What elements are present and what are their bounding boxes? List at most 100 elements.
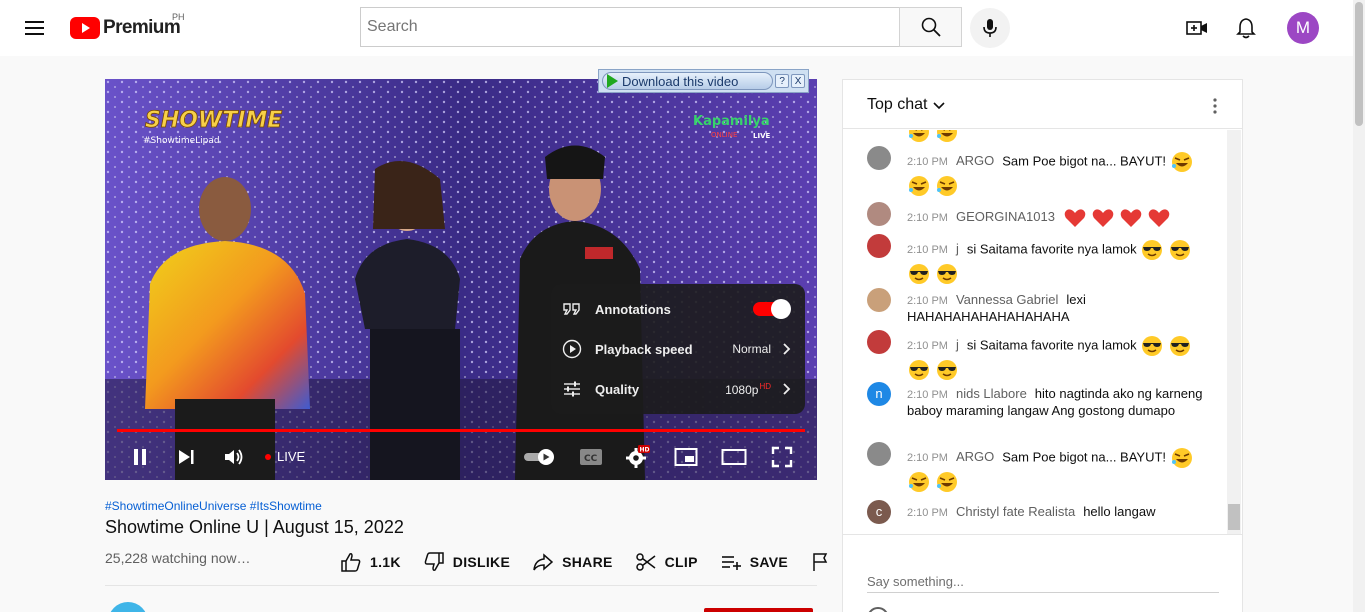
captions-button[interactable]: CC: [578, 444, 604, 470]
author-avatar[interactable]: n: [867, 382, 891, 406]
message-author[interactable]: ARGO: [956, 153, 994, 168]
message-author[interactable]: nids Llabore: [956, 386, 1027, 401]
notifications-button[interactable]: [1232, 14, 1260, 42]
clip-label: CLIP: [664, 554, 698, 570]
subscribe-button[interactable]: [704, 608, 813, 612]
author-avatar[interactable]: [867, 202, 891, 226]
quality-label: Quality: [595, 381, 640, 397]
annotations-toggle[interactable]: [753, 299, 791, 319]
chat-scroll-thumb[interactable]: [1228, 504, 1240, 530]
chat-more-options-button[interactable]: [1203, 94, 1227, 118]
settings-quality-row[interactable]: Quality 1080pHD: [551, 369, 805, 409]
search-button[interactable]: [899, 7, 962, 47]
emoji-picker-icon[interactable]: [867, 607, 889, 612]
miniplayer-button[interactable]: [673, 444, 699, 470]
sunglasses-emoji-icon: [1142, 240, 1163, 260]
chat-mode-dropdown[interactable]: Top chat: [867, 96, 947, 114]
author-avatar-letter: n: [875, 386, 883, 401]
author-avatar[interactable]: c: [867, 500, 891, 524]
menu-icon[interactable]: [24, 17, 46, 39]
video-frame: SHOWTIME #ShowtimeLipad Kapamilya ONLINE…: [105, 79, 817, 480]
theater-mode-button[interactable]: [721, 444, 747, 470]
hashtag-link[interactable]: #ShowtimeOnlineUniverse: [105, 499, 246, 513]
volume-button[interactable]: [221, 444, 247, 470]
youtube-premium-logo[interactable]: Premium: [70, 15, 181, 41]
page-scrollbar[interactable]: [1353, 0, 1365, 612]
message-author[interactable]: ARGO: [956, 449, 994, 464]
pause-button[interactable]: [127, 444, 153, 470]
dislike-button[interactable]: DISLIKE: [423, 552, 510, 572]
rofl-emoji-icon: [937, 472, 957, 492]
voice-search-button[interactable]: [970, 8, 1010, 48]
playback-speed-icon: [561, 338, 583, 360]
author-avatar[interactable]: [867, 288, 891, 312]
hashtag-link[interactable]: #ItsShowtime: [250, 499, 322, 513]
autoplay-toggle-icon: [524, 449, 554, 465]
share-button[interactable]: SHARE: [532, 552, 613, 572]
sunglasses-emoji-icon: [1170, 240, 1191, 260]
video-actions: 1.1K DISLIKE SHARE CLIP SAVE: [340, 550, 838, 574]
like-button[interactable]: 1.1K: [340, 552, 401, 572]
message-text: hello langaw: [1083, 504, 1156, 519]
page-scroll-thumb[interactable]: [1355, 2, 1363, 126]
download-play-icon: [607, 74, 618, 88]
content-divider: [105, 585, 817, 586]
report-button[interactable]: [810, 552, 838, 572]
volume-icon: [225, 449, 243, 465]
video-player[interactable]: SHOWTIME #ShowtimeLipad Kapamilya ONLINE…: [105, 79, 817, 480]
youtube-logo-icon: [70, 17, 100, 39]
message-author[interactable]: Christyl fate Realista: [956, 504, 1075, 519]
progress-bar[interactable]: [117, 429, 805, 432]
channel-avatar[interactable]: [108, 602, 148, 612]
account-avatar[interactable]: M: [1287, 12, 1319, 44]
fullscreen-button[interactable]: [769, 444, 795, 470]
author-avatar[interactable]: [867, 146, 891, 170]
message-timestamp: 2:10 PM: [907, 244, 948, 257]
message-author[interactable]: Vannessa Gabriel: [956, 292, 1058, 307]
author-avatar[interactable]: [867, 234, 891, 258]
search-input[interactable]: [360, 7, 899, 47]
message-emojis: [1140, 240, 1196, 260]
next-button[interactable]: [173, 444, 199, 470]
download-close-button[interactable]: X: [791, 74, 805, 88]
search-icon: [921, 17, 941, 37]
quality-value: 1080p: [725, 382, 759, 397]
rofl-emoji-icon: [1171, 152, 1192, 172]
author-avatar[interactable]: [867, 330, 891, 354]
chat-scrollbar[interactable]: [1227, 130, 1241, 534]
create-button[interactable]: [1183, 14, 1211, 42]
message-author[interactable]: GEORGINA1013: [956, 209, 1055, 224]
quality-sliders-icon: [561, 378, 583, 400]
message-text: si Saitama favorite nya lamok: [966, 241, 1137, 257]
message-emojis-line2: [907, 470, 1207, 494]
download-video-button[interactable]: Download this video: [602, 72, 774, 90]
settings-button[interactable]: HD: [624, 444, 650, 470]
message-author[interactable]: j: [956, 337, 959, 352]
author-avatar[interactable]: [867, 442, 891, 466]
playlist-add-icon: [721, 556, 741, 570]
download-help-button[interactable]: ?: [775, 74, 790, 88]
settings-playback-speed-row[interactable]: Playback speed Normal: [551, 329, 805, 369]
message-author[interactable]: j: [956, 241, 959, 256]
chevron-down-icon: [933, 102, 946, 110]
message-body: 2:10 PM GEORGINA1013: [907, 206, 1207, 230]
chat-message-input[interactable]: [867, 571, 1219, 593]
message-text: [907, 130, 1207, 144]
message-body: 2:10 PM nids Llabore hito nagtinda ako ng …: [907, 386, 1207, 419]
show-logo: SHOWTIME: [145, 108, 282, 133]
save-button[interactable]: SAVE: [720, 552, 788, 572]
live-indicator[interactable]: LIVE: [265, 449, 305, 464]
scissors-icon: [635, 553, 656, 571]
message-timestamp: 2:10 PM: [907, 212, 948, 225]
message-emojis: [1063, 209, 1175, 227]
bell-icon: [1236, 18, 1256, 39]
like-count: 1.1K: [370, 554, 401, 570]
rofl-emoji-icon: [937, 176, 957, 196]
live-label: LIVE: [277, 449, 306, 464]
settings-annotations-row[interactable]: Annotations: [551, 289, 805, 329]
autoplay-toggle[interactable]: [523, 444, 557, 470]
message-body: 2:10 PM Christyl fate Realista hello langa…: [907, 504, 1207, 521]
video-hashtags: #ShowtimeOnlineUniverse #ItsShowtime: [105, 499, 322, 513]
clip-button[interactable]: CLIP: [635, 552, 698, 572]
chat-header: Top chat: [843, 80, 1242, 129]
